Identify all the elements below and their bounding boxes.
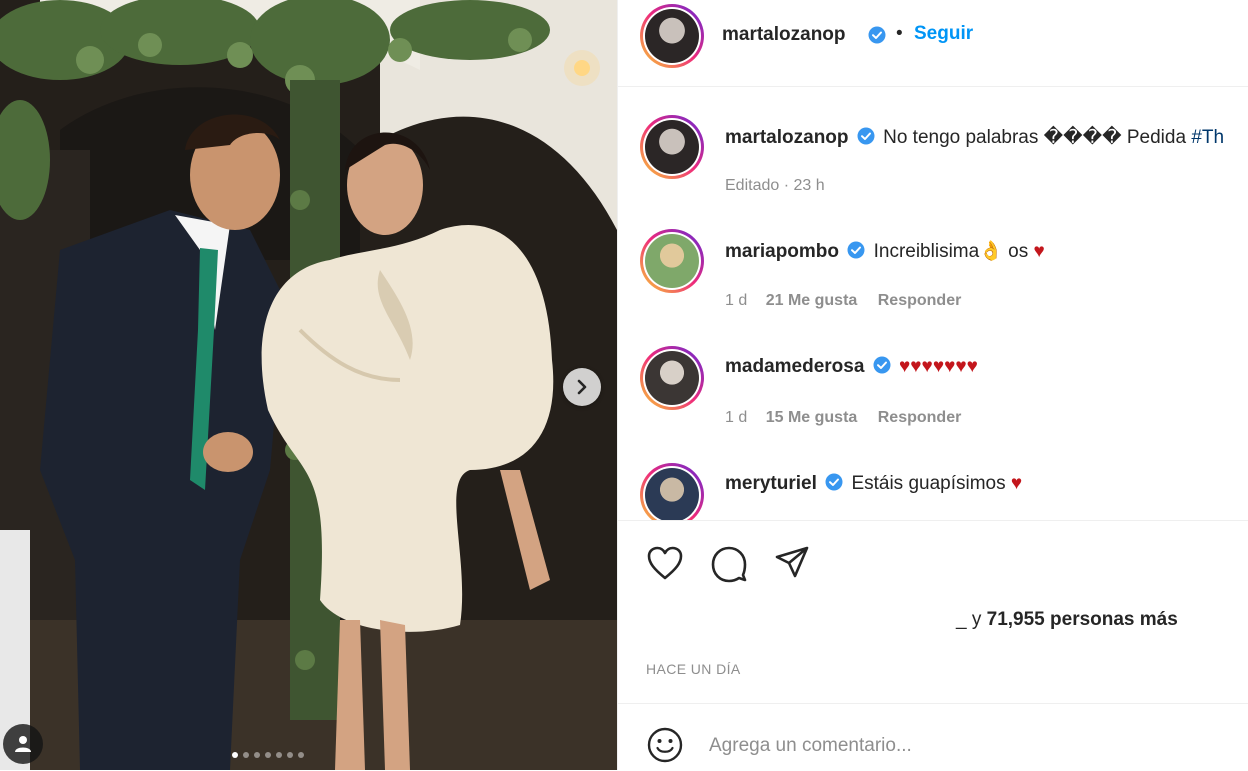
- caption-avatar[interactable]: [640, 115, 704, 179]
- caption-meta: Editado · 23 h: [725, 177, 825, 194]
- post-header: martalozanop • Seguir: [618, 0, 1248, 87]
- comment-time: 1 d: [725, 292, 748, 309]
- comment-likes[interactable]: 15 Me gusta: [766, 409, 858, 426]
- comment-text: Increiblisima: [873, 241, 980, 262]
- follow-button[interactable]: Seguir: [914, 23, 973, 45]
- comment-text-2: os: [1002, 241, 1034, 262]
- post-photo[interactable]: [0, 0, 617, 770]
- user-tag-icon: [15, 736, 31, 752]
- carousel-dot: [243, 752, 249, 758]
- carousel-dot: [276, 752, 282, 758]
- verified-icon: [847, 241, 865, 259]
- heart-icon[interactable]: [646, 545, 684, 581]
- comments-list: martalozanop No tengo palabras ���� Pedi…: [618, 86, 1248, 520]
- post-timestamp: HACE UN DÍA: [646, 661, 741, 677]
- comment-avatar[interactable]: [640, 346, 704, 410]
- post-details-panel: martalozanop • Seguir martalozanop No te…: [617, 0, 1248, 770]
- comment-likes[interactable]: 21 Me gusta: [766, 292, 858, 309]
- ok-hand-emoji: 👌: [979, 241, 1003, 262]
- heart-emoji: ♥: [1010, 473, 1023, 494]
- photo-scene: [0, 0, 617, 770]
- tagged-users-button[interactable]: [3, 724, 43, 764]
- caption-hashtag[interactable]: #Th: [1191, 127, 1224, 148]
- comment-avatar[interactable]: [640, 229, 704, 293]
- carousel-next-button[interactable]: [563, 368, 601, 406]
- header-separator: •: [896, 23, 903, 44]
- carousel-dot: [254, 752, 260, 758]
- carousel-dot: [287, 752, 293, 758]
- comment-username[interactable]: madamederosa: [725, 356, 864, 377]
- carousel-indicator: [232, 752, 304, 758]
- author-avatar[interactable]: [640, 4, 704, 68]
- verified-icon: [868, 26, 886, 44]
- carousel-dot: [298, 752, 304, 758]
- likes-summary[interactable]: _ y 71,955 personas más: [956, 609, 1178, 631]
- comment-composer: Agrega un comentario...: [618, 703, 1248, 771]
- likes-prefix: _ y: [956, 609, 987, 630]
- comment-input[interactable]: Agrega un comentario...: [709, 735, 912, 757]
- comment-icon[interactable]: [710, 545, 748, 583]
- comment-avatar[interactable]: [640, 463, 704, 520]
- caption-text: No tengo palabras ���� Pedida: [883, 127, 1187, 148]
- heart-emoji: ♥: [1033, 241, 1045, 262]
- comment-username[interactable]: meryturiel: [725, 473, 817, 494]
- reply-button[interactable]: Responder: [878, 409, 962, 426]
- verified-icon: [873, 356, 891, 374]
- chevron-right-icon: [577, 379, 587, 395]
- caption-username[interactable]: martalozanop: [725, 127, 849, 148]
- comment-text: Estáis guapísimos: [851, 473, 1006, 494]
- author-username[interactable]: martalozanop: [722, 24, 846, 46]
- emoji-icon[interactable]: [646, 726, 684, 764]
- hearts-emoji: ♥♥♥♥♥♥♥: [898, 356, 978, 377]
- comment-username[interactable]: mariapombo: [725, 241, 839, 262]
- share-icon[interactable]: [774, 545, 810, 581]
- carousel-dot: [265, 752, 271, 758]
- likes-count[interactable]: 71,955 personas más: [987, 609, 1178, 630]
- verified-icon: [857, 127, 875, 145]
- reply-button[interactable]: Responder: [878, 292, 962, 309]
- post-actions: _ y 71,955 personas más HACE UN DÍA: [618, 520, 1248, 704]
- verified-icon: [825, 473, 843, 491]
- comment-time: 1 d: [725, 409, 748, 426]
- carousel-dot: [232, 752, 238, 758]
